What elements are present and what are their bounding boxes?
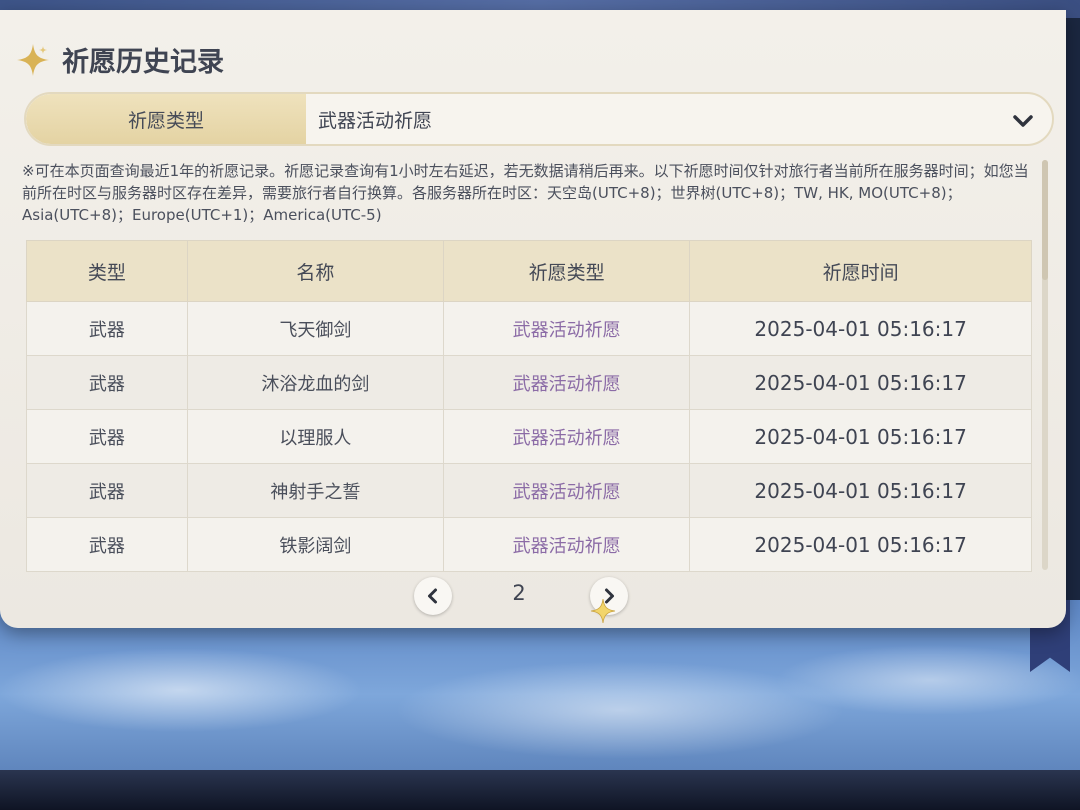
cell-type: 武器: [26, 463, 188, 518]
cell-wish-time: 2025-04-01 05:16:17: [689, 517, 1032, 572]
wish-type-value[interactable]: 武器活动祈愿: [318, 94, 432, 144]
current-page-number: 2: [512, 581, 526, 605]
cell-type: 武器: [26, 409, 188, 464]
table-row: 武器 神射手之誓 武器活动祈愿 2025-04-01 05:16:17: [26, 463, 1032, 518]
header-wish-time: 祈愿时间: [689, 240, 1032, 302]
table-row: 武器 飞天御剑 武器活动祈愿 2025-04-01 05:16:17: [26, 301, 1032, 356]
table-row: 武器 以理服人 武器活动祈愿 2025-04-01 05:16:17: [26, 409, 1032, 464]
wish-history-panel: 祈愿历史记录 祈愿类型 武器活动祈愿 ※可在本页面查询最近1年的祈愿记录。祈愿记…: [0, 10, 1066, 628]
cell-wish-type: 武器活动祈愿: [443, 301, 691, 356]
cell-wish-type: 武器活动祈愿: [443, 517, 691, 572]
background-bottom: [0, 770, 1080, 810]
cell-wish-type: 武器活动祈愿: [443, 409, 691, 464]
cell-wish-time: 2025-04-01 05:16:17: [689, 301, 1032, 356]
notice-text: ※可在本页面查询最近1年的祈愿记录。祈愿记录查询有1小时左右延迟，若无数据请稍后…: [22, 162, 1029, 224]
sparkle-icon: [17, 43, 49, 76]
header-type: 类型: [26, 240, 188, 302]
table-row: 武器 沐浴龙血的剑 武器活动祈愿 2025-04-01 05:16:17: [26, 355, 1032, 410]
table-header-row: 类型 名称 祈愿类型 祈愿时间: [26, 240, 1032, 302]
wish-history-table: 类型 名称 祈愿类型 祈愿时间 武器 飞天御剑 武器活动祈愿 2025-04-0…: [26, 240, 1032, 572]
cell-name: 铁影阔剑: [186, 517, 445, 572]
cell-wish-type: 武器活动祈愿: [443, 355, 691, 410]
chevron-left-icon: [428, 588, 437, 604]
cell-wish-time: 2025-04-01 05:16:17: [689, 355, 1032, 410]
table-row: 武器 铁影阔剑 武器活动祈愿 2025-04-01 05:16:17: [26, 517, 1032, 572]
sparkle-cursor-icon: [590, 598, 616, 624]
title-row: 祈愿历史记录: [16, 40, 224, 79]
cell-name: 以理服人: [186, 409, 445, 464]
scrollbar[interactable]: [1042, 160, 1048, 570]
prev-page-button[interactable]: [414, 577, 452, 615]
cell-name: 沐浴龙血的剑: [186, 355, 445, 410]
chevron-down-icon[interactable]: [1010, 108, 1036, 134]
scrollbar-thumb[interactable]: [1042, 160, 1048, 280]
cell-wish-type: 武器活动祈愿: [443, 463, 691, 518]
wish-type-selector[interactable]: 祈愿类型 武器活动祈愿: [24, 92, 1054, 146]
cell-type: 武器: [26, 301, 188, 356]
cell-name: 神射手之誓: [186, 463, 445, 518]
cell-wish-time: 2025-04-01 05:16:17: [689, 409, 1032, 464]
header-name: 名称: [186, 240, 445, 302]
cell-type: 武器: [26, 517, 188, 572]
cell-type: 武器: [26, 355, 188, 410]
header-wish-type: 祈愿类型: [443, 240, 691, 302]
cell-wish-time: 2025-04-01 05:16:17: [689, 463, 1032, 518]
page-title: 祈愿历史记录: [62, 47, 224, 78]
wish-type-label: 祈愿类型: [26, 94, 306, 144]
cell-name: 飞天御剑: [186, 301, 445, 356]
